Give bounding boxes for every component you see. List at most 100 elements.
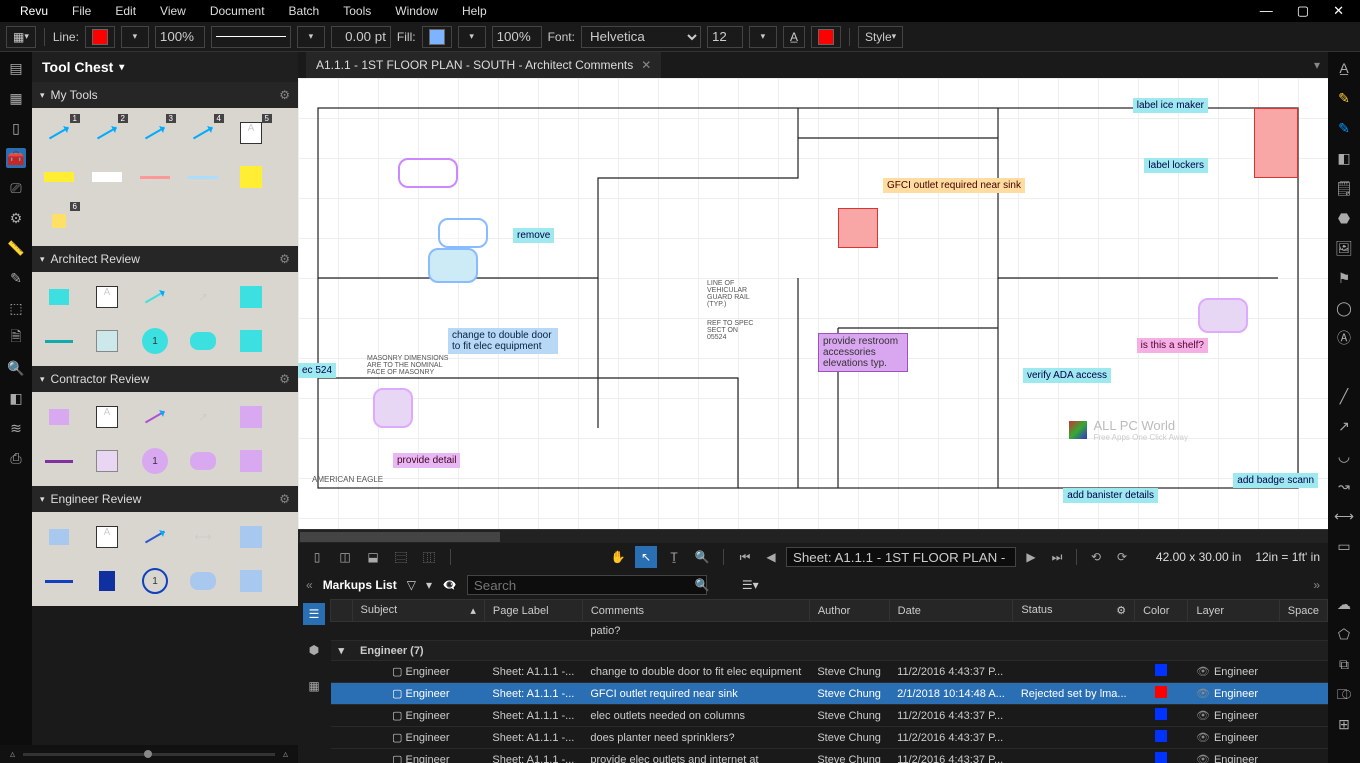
table-row[interactable]: ▢ Engineer Sheet: A1.1.1 -... provide el… bbox=[331, 749, 1328, 763]
first-page-icon[interactable]: ⏮ bbox=[734, 546, 756, 568]
profile-dropdown[interactable]: ▦ bbox=[6, 26, 36, 48]
tool-eng-dim[interactable]: ⟷ bbox=[184, 520, 222, 554]
menu-window[interactable]: Window bbox=[383, 1, 450, 21]
tool-con-note[interactable] bbox=[88, 444, 126, 478]
studio-icon[interactable]: ⎙ bbox=[6, 448, 26, 468]
pan-tool-icon[interactable]: ✋ bbox=[607, 546, 629, 568]
tool-hl-yellow[interactable] bbox=[40, 160, 78, 194]
markups-dash-tab-icon[interactable]: ▦ bbox=[303, 675, 325, 697]
next-page-icon[interactable]: ▶ bbox=[1020, 546, 1042, 568]
eraser-tool-icon[interactable]: ◧ bbox=[1334, 148, 1354, 168]
tool-pen-1[interactable]: 1 bbox=[40, 116, 78, 150]
symbol-tool-icon[interactable]: Ⓐ bbox=[1334, 328, 1354, 348]
settings-icon[interactable]: ⚙ bbox=[6, 208, 26, 228]
menu-view[interactable]: View bbox=[148, 1, 198, 21]
markups-title[interactable]: Markups List bbox=[323, 578, 397, 592]
multi-page-icon[interactable]: ⿳ bbox=[390, 546, 412, 568]
col-status[interactable]: Status⚙ bbox=[1013, 600, 1135, 622]
annot-cloud-detail[interactable] bbox=[373, 388, 413, 428]
annot-restroom[interactable]: provide restroom accessories elevations … bbox=[818, 333, 908, 372]
section-contractor-review[interactable]: ▾Contractor Review⚙ bbox=[32, 366, 298, 392]
table-row[interactable]: ▢ Engineer Sheet: A1.1.1 -... GFCI outle… bbox=[331, 683, 1328, 705]
measure-icon[interactable]: 📏 bbox=[6, 238, 26, 258]
tool-eng-cloud[interactable] bbox=[184, 564, 222, 598]
col-comments[interactable]: Comments bbox=[582, 600, 809, 622]
canvas-scrollbar-h[interactable] bbox=[298, 529, 1328, 543]
markups-search-input[interactable] bbox=[467, 575, 707, 595]
tool-con-line[interactable] bbox=[40, 444, 78, 478]
tool-pen-2[interactable]: 2 bbox=[88, 116, 126, 150]
prev-page-icon[interactable]: ◀ bbox=[760, 546, 782, 568]
toolchest-title[interactable]: Tool Chest ▾ bbox=[32, 52, 298, 82]
tool-con-highlight[interactable] bbox=[136, 400, 174, 434]
tool-hl-red[interactable] bbox=[136, 160, 174, 194]
menu-batch[interactable]: Batch bbox=[277, 1, 332, 21]
line-tool-icon[interactable]: ╱ bbox=[1334, 386, 1354, 406]
font-family-select[interactable]: Helvetica bbox=[581, 26, 701, 48]
tool-eng-callout[interactable] bbox=[40, 520, 78, 554]
annot-detail[interactable]: provide detail bbox=[393, 453, 460, 468]
callout-tool-icon[interactable]: ⎄ bbox=[1334, 684, 1354, 704]
select-tool-icon[interactable]: ↖ bbox=[635, 546, 657, 568]
menu-edit[interactable]: Edit bbox=[103, 1, 148, 21]
tool-eng-sticky[interactable] bbox=[232, 564, 270, 598]
split-v-icon[interactable]: ◫ bbox=[334, 546, 356, 568]
annot-ec[interactable]: ec 524 bbox=[298, 363, 336, 378]
table-group-engineer[interactable]: ▾Engineer (7) bbox=[331, 641, 1328, 661]
tool-con-stamp[interactable]: 1 bbox=[136, 444, 174, 478]
line-width-input[interactable] bbox=[331, 26, 391, 48]
tool-con-rect[interactable] bbox=[232, 400, 270, 434]
gear-icon[interactable]: ⚙ bbox=[279, 372, 290, 386]
tool-con-sticky[interactable] bbox=[232, 444, 270, 478]
line-style-preview[interactable] bbox=[211, 26, 291, 48]
annot-ada[interactable]: verify ADA access bbox=[1023, 368, 1111, 383]
document-tab[interactable]: A1.1.1 - 1ST FLOOR PLAN - SOUTH - Archit… bbox=[306, 52, 661, 78]
col-space[interactable]: Space bbox=[1279, 600, 1327, 622]
section-my-tools[interactable]: ▾My Tools⚙ bbox=[32, 82, 298, 108]
table-row-patio[interactable]: patio? bbox=[331, 622, 1328, 641]
note-tool-icon[interactable]: 🗒 bbox=[1334, 178, 1354, 198]
polygon-tool-icon[interactable]: ⬠ bbox=[1334, 624, 1354, 644]
tool-con-cloud[interactable] bbox=[184, 444, 222, 478]
tool-arch-stamp[interactable]: 1 bbox=[136, 324, 174, 358]
tool-arch-note[interactable] bbox=[88, 324, 126, 358]
tool-eng-textbox[interactable]: A bbox=[88, 520, 126, 554]
col-date[interactable]: Date bbox=[889, 600, 1013, 622]
flag-tool-icon[interactable]: ⚑ bbox=[1334, 268, 1354, 288]
tool-pen-4[interactable]: 4 bbox=[184, 116, 222, 150]
col-page[interactable]: Page Label bbox=[484, 600, 582, 622]
tool-pen-3[interactable]: 3 bbox=[136, 116, 174, 150]
fill-color-swatch[interactable] bbox=[422, 26, 452, 48]
ellipse-tool-icon[interactable]: ◯ bbox=[1334, 298, 1354, 318]
window-maximize-icon[interactable]: ▢ bbox=[1297, 3, 1309, 19]
arc-tool-icon[interactable]: ◡ bbox=[1334, 446, 1354, 466]
pen-tool-icon[interactable]: ✎ bbox=[1334, 118, 1354, 138]
tool-arch-sticky[interactable] bbox=[232, 324, 270, 358]
table-row[interactable]: ▢ Engineer Sheet: A1.1.1 -... elec outle… bbox=[331, 705, 1328, 727]
gear-icon[interactable]: ⚙ bbox=[279, 492, 290, 506]
annot-banister[interactable]: add banister details bbox=[1063, 488, 1158, 503]
arrow-tool-icon[interactable]: ↗ bbox=[1334, 416, 1354, 436]
gear-icon[interactable]: ⚙ bbox=[279, 88, 290, 102]
annot-badge[interactable]: add badge scann bbox=[1233, 473, 1318, 488]
tool-eng-stamp[interactable]: 1 bbox=[136, 564, 174, 598]
hide-markups-icon[interactable]: 👁‍🗨 bbox=[442, 578, 457, 592]
table-row[interactable]: ▢ Engineer Sheet: A1.1.1 -... does plant… bbox=[331, 727, 1328, 749]
links-icon[interactable]: 🗎 bbox=[6, 328, 26, 348]
tool-arch-line[interactable] bbox=[40, 324, 78, 358]
tool-hl-blue[interactable] bbox=[184, 160, 222, 194]
markups-expand-icon[interactable]: » bbox=[1313, 578, 1320, 592]
section-architect-review[interactable]: ▾Architect Review⚙ bbox=[32, 246, 298, 272]
single-page-icon[interactable]: ▯ bbox=[306, 546, 328, 568]
annot-cloud-2[interactable] bbox=[398, 158, 458, 188]
markups-table[interactable]: Subject▴ Page Label Comments Author Date… bbox=[330, 599, 1328, 763]
filter-icon[interactable]: ▽ bbox=[407, 578, 416, 592]
annot-shelf[interactable]: is this a shelf? bbox=[1137, 338, 1208, 353]
table-row[interactable]: ▢ Engineer Sheet: A1.1.1 -... change to … bbox=[331, 661, 1328, 683]
file-access-icon[interactable]: ▤ bbox=[6, 58, 26, 78]
annot-red-rect[interactable] bbox=[1254, 108, 1298, 178]
line-style-dropdown[interactable] bbox=[297, 26, 325, 48]
count-tool-icon[interactable]: ⧉ bbox=[1334, 654, 1354, 674]
close-tab-icon[interactable]: ✕ bbox=[641, 58, 651, 72]
nav-fwd-icon[interactable]: ⟳ bbox=[1111, 546, 1133, 568]
